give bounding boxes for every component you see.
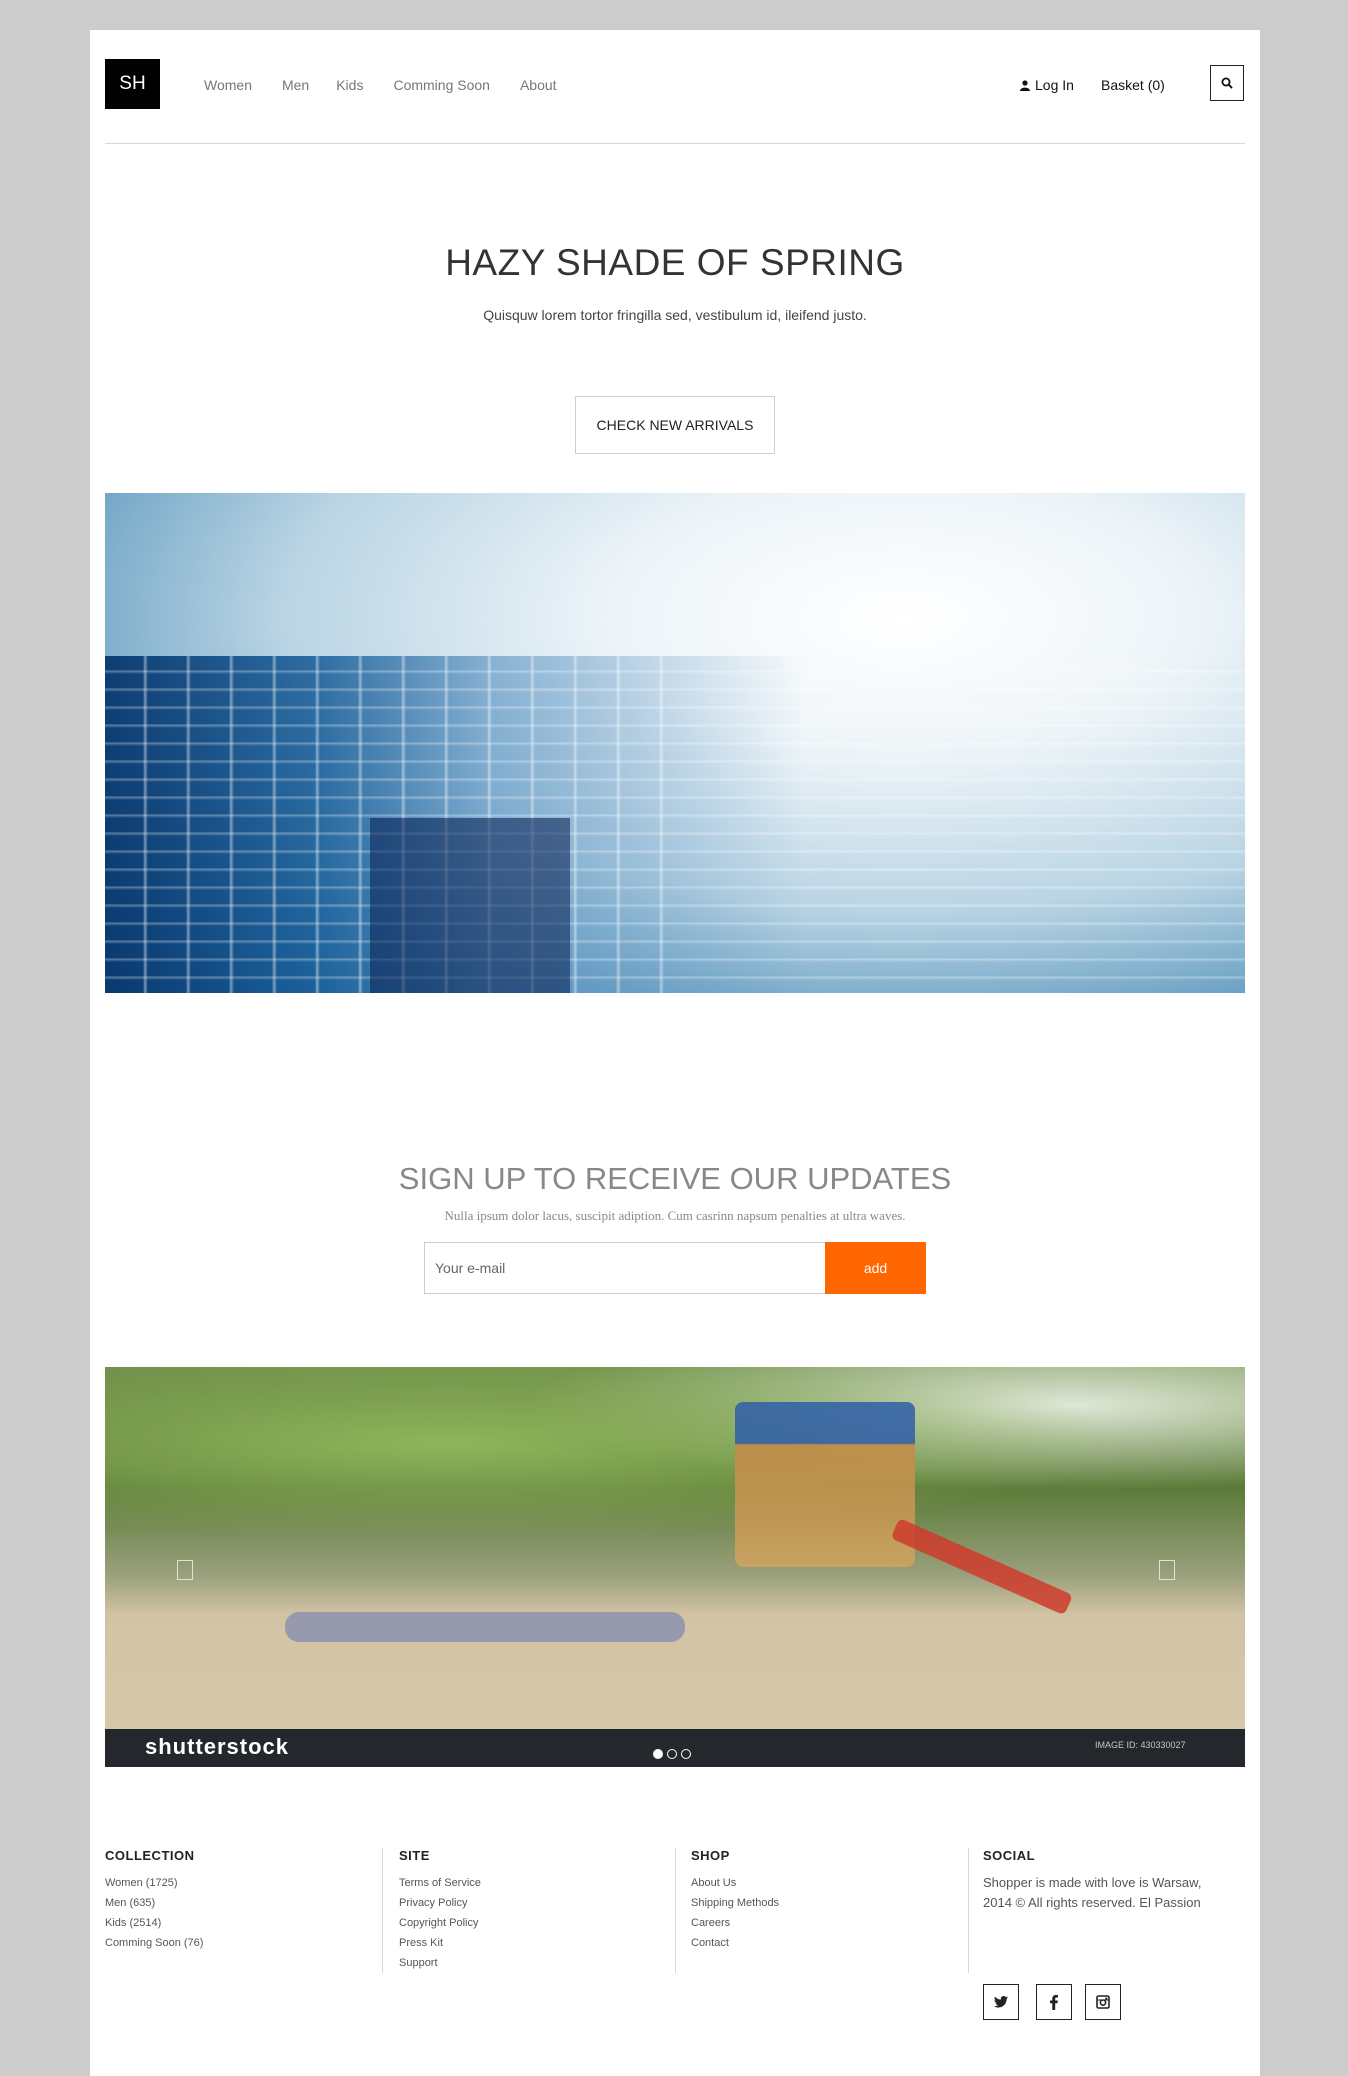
hero-subtitle: Quisquw lorem tortor fringilla sed, vest… bbox=[483, 307, 867, 323]
page-container: SH Women Men Kids Comming Soon About Log… bbox=[90, 30, 1260, 2076]
nav-women[interactable]: Women bbox=[204, 76, 252, 94]
add-button[interactable]: add bbox=[825, 1242, 926, 1294]
hero-banner-image bbox=[105, 493, 1245, 993]
facebook-icon bbox=[1050, 1994, 1058, 2010]
footer-link[interactable]: Support bbox=[399, 1953, 481, 1973]
footer-link[interactable]: Shipping Methods bbox=[691, 1893, 779, 1913]
slider-decoration bbox=[105, 1367, 1245, 1557]
footer-link[interactable]: About Us bbox=[691, 1873, 779, 1893]
slider-dot-2[interactable] bbox=[667, 1749, 677, 1759]
footer-link[interactable]: Terms of Service bbox=[399, 1873, 481, 1893]
footer-link[interactable]: Copyright Policy bbox=[399, 1913, 481, 1933]
footer-link[interactable]: Women (1725) bbox=[105, 1873, 203, 1893]
slider-decoration bbox=[285, 1612, 685, 1642]
slider-prev-arrow[interactable] bbox=[177, 1560, 193, 1580]
email-input[interactable] bbox=[424, 1242, 827, 1294]
footer-collection: COLLECTION Women (1725) Men (635) Kids (… bbox=[105, 1848, 203, 1953]
footer-link[interactable]: Men (635) bbox=[105, 1893, 203, 1913]
header-divider bbox=[105, 143, 1245, 144]
footer-link[interactable]: Contact bbox=[691, 1933, 779, 1953]
image-id-label: IMAGE ID: 430330027 bbox=[1095, 1740, 1186, 1750]
footer-link[interactable]: Comming Soon (76) bbox=[105, 1933, 203, 1953]
search-button[interactable] bbox=[1210, 65, 1244, 101]
nav-comming-soon[interactable]: Comming Soon bbox=[393, 76, 490, 94]
footer-divider bbox=[675, 1848, 676, 1973]
watermark-logo: shutterstock bbox=[145, 1734, 290, 1759]
slider-dots bbox=[653, 1749, 691, 1759]
slider-image: shutterstock IMAGE ID: 430330027 bbox=[105, 1367, 1245, 1767]
slider-dot-3[interactable] bbox=[681, 1749, 691, 1759]
footer-link[interactable]: Press Kit bbox=[399, 1933, 481, 1953]
twitter-icon bbox=[994, 1996, 1008, 2008]
nav-men[interactable]: Men bbox=[282, 76, 309, 94]
signup-title: SIGN UP TO RECEIVE OUR UPDATES bbox=[398, 1161, 952, 1196]
footer-collection-heading: COLLECTION bbox=[105, 1848, 195, 1863]
slider-next-arrow[interactable] bbox=[1159, 1560, 1175, 1580]
login-link[interactable]: Log In bbox=[1020, 76, 1074, 94]
footer-social-heading: SOCIAL bbox=[983, 1848, 1036, 1863]
footer-divider bbox=[382, 1848, 383, 1973]
logo[interactable]: SH bbox=[105, 59, 160, 109]
footer-shop: SHOP About Us Shipping Methods Careers C… bbox=[691, 1848, 779, 1953]
footer-social: SOCIAL Shopper is made with love is Wars… bbox=[983, 1848, 1233, 1913]
slider-decoration bbox=[735, 1402, 915, 1567]
footer-link[interactable]: Careers bbox=[691, 1913, 779, 1933]
main-nav: Women Men Kids Comming Soon About bbox=[204, 76, 587, 94]
banner-decoration bbox=[370, 818, 570, 993]
twitter-button[interactable] bbox=[983, 1984, 1019, 2020]
search-icon bbox=[1221, 77, 1233, 89]
login-label: Log In bbox=[1035, 77, 1074, 93]
instagram-button[interactable] bbox=[1085, 1984, 1121, 2020]
nav-kids[interactable]: Kids bbox=[336, 76, 363, 94]
facebook-button[interactable] bbox=[1036, 1984, 1072, 2020]
footer-shop-heading: SHOP bbox=[691, 1848, 730, 1863]
footer-divider bbox=[968, 1848, 969, 1973]
check-new-arrivals-button[interactable]: CHECK NEW ARRIVALS bbox=[575, 396, 775, 454]
nav-about[interactable]: About bbox=[520, 76, 557, 94]
footer-site-heading: SITE bbox=[399, 1848, 430, 1863]
footer-link[interactable]: Privacy Policy bbox=[399, 1893, 481, 1913]
instagram-icon bbox=[1096, 1995, 1110, 2009]
footer-link[interactable]: Kids (2514) bbox=[105, 1913, 203, 1933]
signup-subtitle: Nulla ipsum dolor lacus, suscipit adipti… bbox=[444, 1208, 906, 1223]
footer-social-text: Shopper is made with love is Warsaw, 201… bbox=[983, 1875, 1202, 1910]
basket-link[interactable]: Basket (0) bbox=[1101, 76, 1165, 94]
user-icon bbox=[1020, 79, 1030, 91]
footer-site: SITE Terms of Service Privacy Policy Cop… bbox=[399, 1848, 481, 1973]
hero-title: HAZY SHADE OF SPRING bbox=[445, 242, 905, 283]
slider-dot-1[interactable] bbox=[653, 1749, 663, 1759]
